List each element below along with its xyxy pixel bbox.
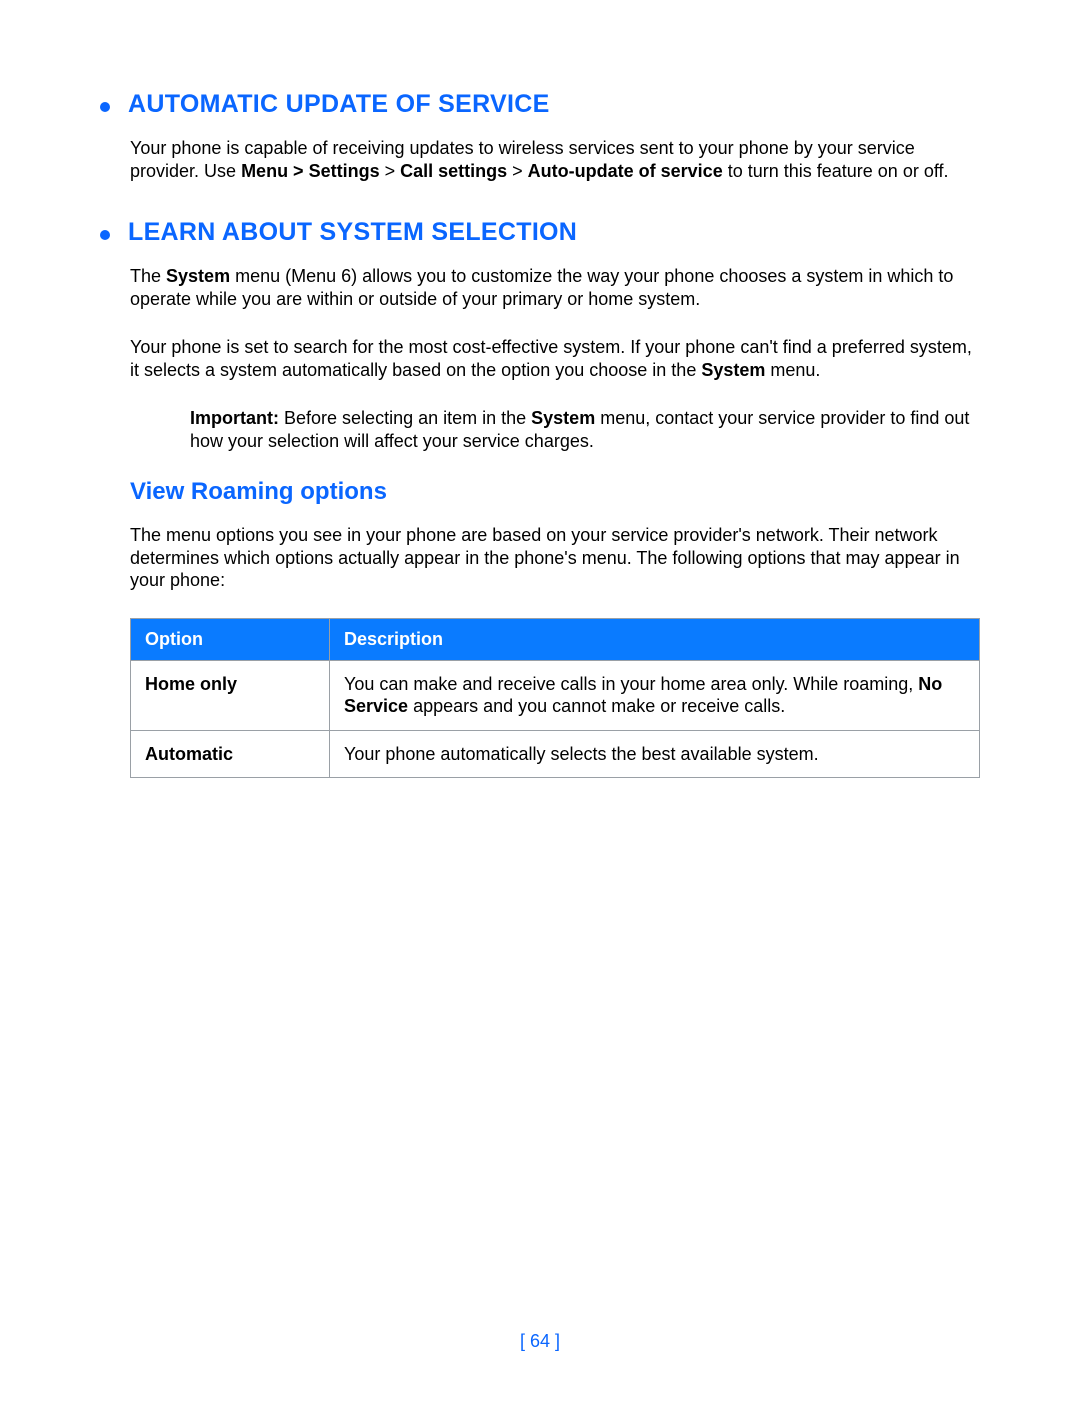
text: > [512, 161, 528, 181]
menu-path-bold: Call settings [400, 161, 507, 181]
description-cell: You can make and receive calls in your h… [330, 660, 980, 730]
text: The [130, 266, 166, 286]
table-header-row: Option Description [131, 618, 980, 660]
note-label: Important: [190, 408, 279, 428]
text: menu (Menu 6) allows you to customize th… [130, 266, 953, 309]
text: > [385, 161, 401, 181]
section-title: LEARN ABOUT SYSTEM SELECTION [128, 218, 577, 247]
bullet-icon [100, 230, 110, 240]
text: menu. [770, 360, 820, 380]
option-cell: Automatic [131, 730, 330, 778]
text: to turn this feature on or off. [728, 161, 949, 181]
text: Your phone automatically selects the bes… [344, 744, 819, 764]
menu-path-bold: Menu > Settings [241, 161, 380, 181]
text: Before selecting an item in the [284, 408, 531, 428]
document-page: AUTOMATIC UPDATE OF SERVICE Your phone i… [0, 0, 1080, 1412]
table-row: Automatic Your phone automatically selec… [131, 730, 980, 778]
paragraph: The System menu (Menu 6) allows you to c… [130, 265, 980, 310]
paragraph: Your phone is set to search for the most… [130, 336, 980, 381]
bold-term: System [701, 360, 765, 380]
table-header-option: Option [131, 618, 330, 660]
paragraph: Your phone is capable of receiving updat… [130, 137, 980, 182]
table-row: Home only You can make and receive calls… [131, 660, 980, 730]
paragraph: The menu options you see in your phone a… [130, 524, 980, 592]
section-heading-auto-update: AUTOMATIC UPDATE OF SERVICE [100, 90, 980, 119]
important-note: Important: Before selecting an item in t… [190, 407, 980, 452]
text: Your phone is set to search for the most… [130, 337, 972, 380]
description-cell: Your phone automatically selects the bes… [330, 730, 980, 778]
bold-term: System [531, 408, 595, 428]
text: You can make and receive calls in your h… [344, 674, 918, 694]
page-number: [ 64 ] [0, 1331, 1080, 1352]
section-heading-system-selection: LEARN ABOUT SYSTEM SELECTION [100, 218, 980, 247]
subheading-roaming-options: View Roaming options [130, 478, 980, 506]
text: appears and you cannot make or receive c… [413, 696, 785, 716]
bullet-icon [100, 102, 110, 112]
option-cell: Home only [131, 660, 330, 730]
options-table: Option Description Home only You can mak… [130, 618, 980, 779]
menu-path-bold: Auto-update of service [528, 161, 723, 181]
table-header-description: Description [330, 618, 980, 660]
section-title: AUTOMATIC UPDATE OF SERVICE [128, 90, 550, 119]
bold-term: System [166, 266, 230, 286]
